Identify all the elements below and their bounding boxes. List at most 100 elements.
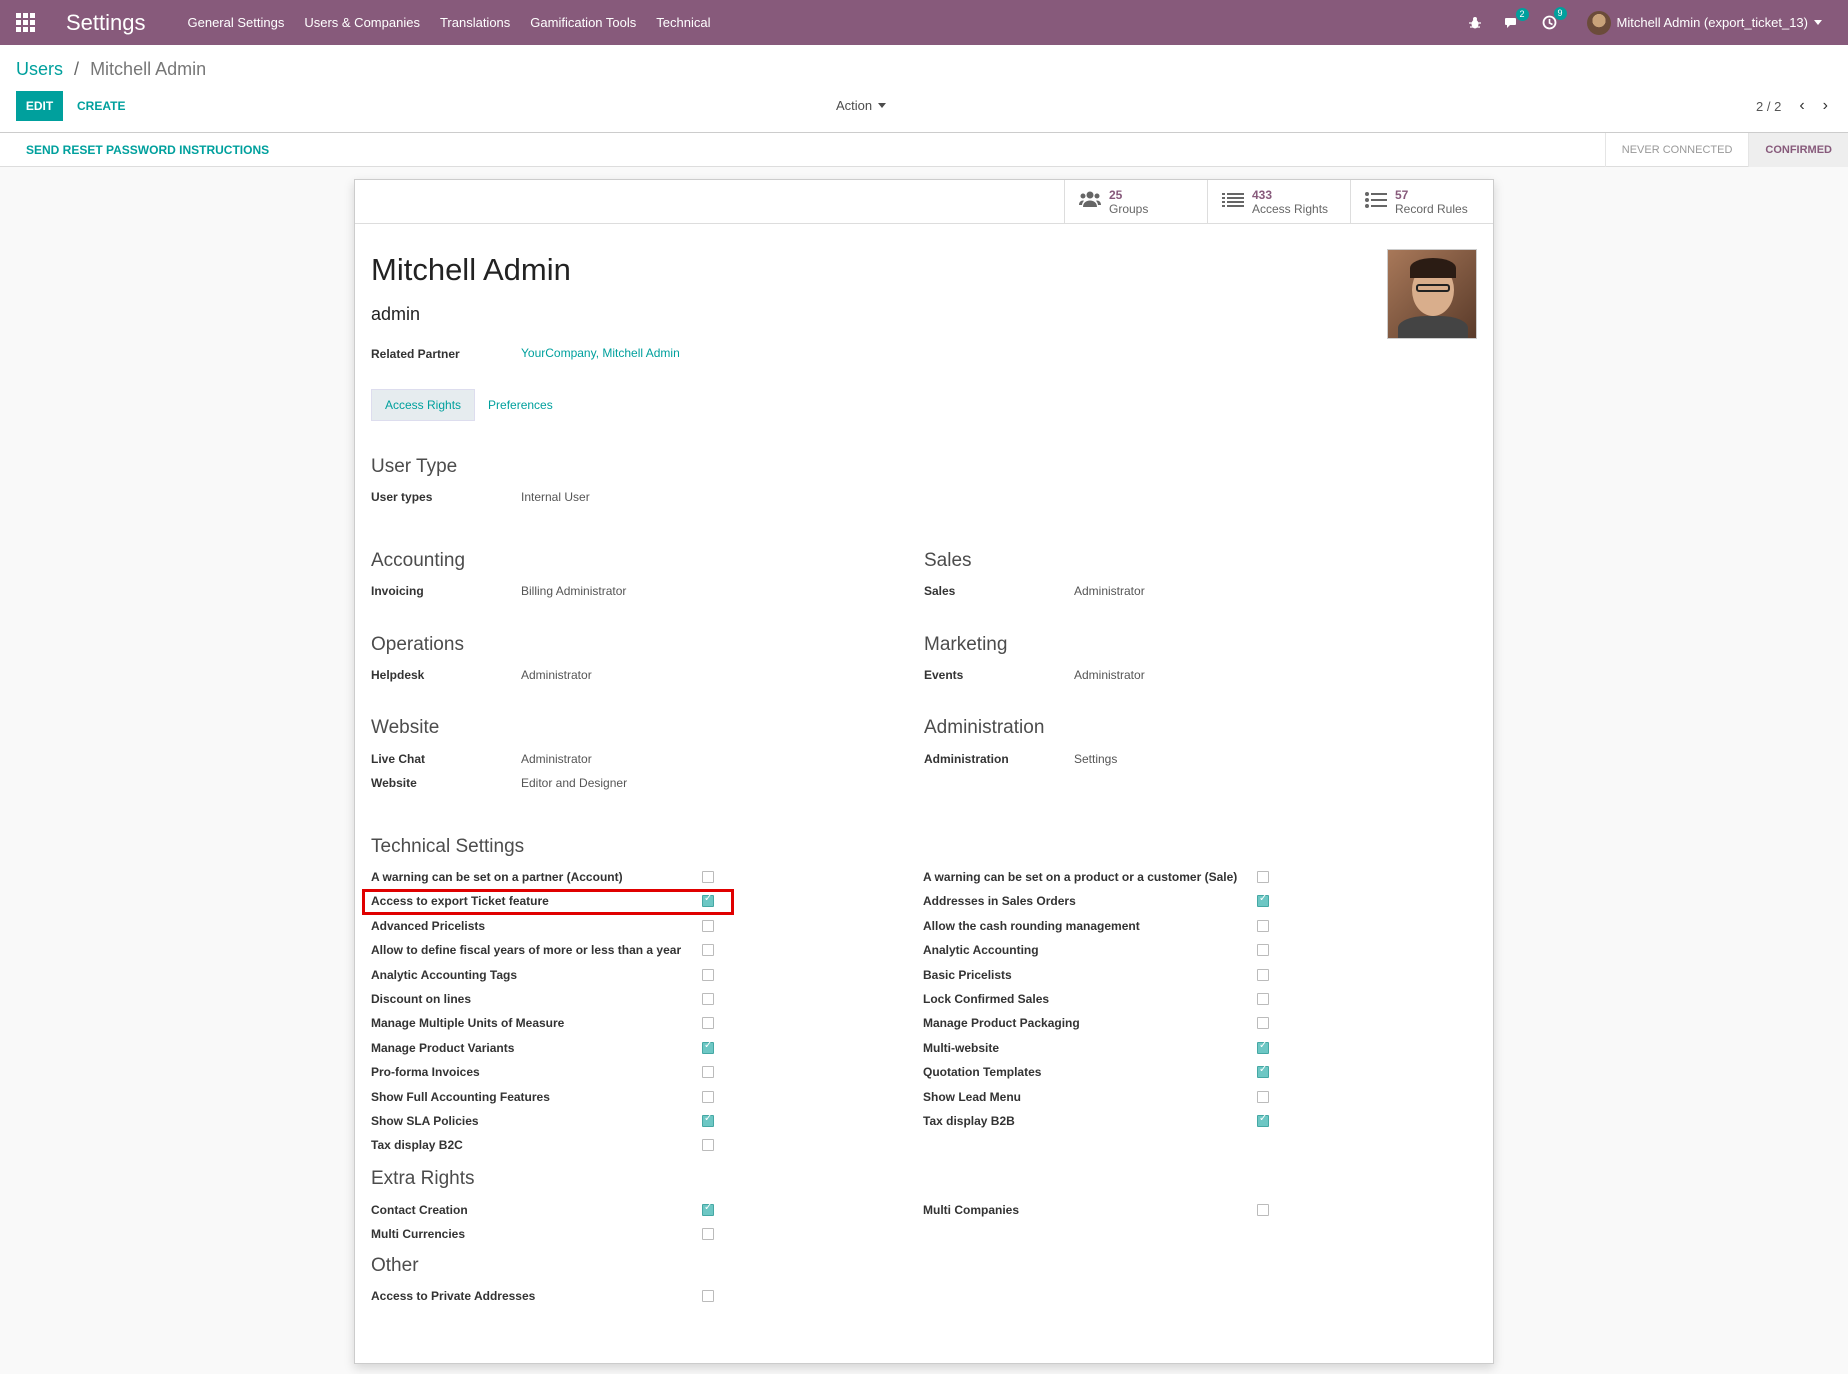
user-photo[interactable]	[1387, 249, 1477, 339]
checkbox-unchecked[interactable]	[702, 1290, 714, 1302]
checkbox-unchecked[interactable]	[702, 944, 714, 957]
checkbox-unchecked[interactable]	[1257, 1204, 1269, 1216]
section-other: Other	[371, 1255, 419, 1276]
sales-value[interactable]: Administrator	[1074, 584, 1145, 598]
website-value[interactable]: Editor and Designer	[521, 776, 627, 790]
activities-icon[interactable]: 9	[1542, 7, 1567, 30]
checkbox-unchecked[interactable]	[702, 1139, 714, 1152]
menu-users-companies[interactable]: Users & Companies	[304, 15, 420, 30]
record-rules-count: 57	[1395, 188, 1409, 202]
checkbox-checked[interactable]	[1257, 893, 1269, 908]
checkbox-label: Tax display B2B	[923, 1114, 1015, 1128]
stage-never-connected[interactable]: NEVER CONNECTED	[1604, 133, 1749, 167]
field-administration: Administration Settings	[924, 752, 1117, 766]
pager: 2 / 2 ‹ ›	[1756, 97, 1828, 115]
related-partner-label: Related Partner	[371, 347, 460, 361]
checkbox-unchecked[interactable]	[1257, 944, 1269, 957]
stage-confirmed[interactable]: CONFIRMED	[1748, 133, 1848, 167]
checkbox-row: Tax display B2B	[923, 1113, 1015, 1128]
field-user-types: User types Internal User	[371, 490, 590, 504]
control-panel: Users / Mitchell Admin EDIT CREATE Actio…	[0, 45, 1848, 133]
menu-translations[interactable]: Translations	[440, 15, 510, 30]
checkbox-label: Show Full Accounting Features	[371, 1089, 550, 1104]
checkbox-checked[interactable]	[1257, 1113, 1269, 1127]
checkbox-checked[interactable]	[702, 1113, 714, 1127]
checkbox-checked[interactable]	[1257, 1040, 1269, 1054]
checkbox-unchecked[interactable]	[702, 1066, 714, 1079]
user-login: admin	[371, 304, 421, 324]
highlight-box	[362, 889, 734, 915]
checkbox-label: Pro-forma Invoices	[371, 1065, 480, 1080]
checkbox-label: A warning can be set on a product or a c…	[923, 870, 1238, 884]
live-chat-value[interactable]: Administrator	[521, 752, 592, 766]
checkbox-label: Analytic Accounting	[923, 943, 1039, 958]
user-types-value[interactable]: Internal User	[521, 490, 590, 504]
tab-preferences[interactable]: Preferences	[475, 389, 566, 421]
section-website: Website	[371, 717, 440, 738]
helpdesk-label: Helpdesk	[371, 668, 425, 682]
checkbox-row: Manage Product Variants	[371, 1040, 514, 1055]
checkbox-unchecked[interactable]	[702, 1228, 714, 1241]
section-accounting: Accounting	[371, 550, 466, 571]
pager-value[interactable]: 2 / 2	[1756, 99, 1781, 114]
bug-icon[interactable]	[1468, 16, 1482, 30]
chevron-right-icon[interactable]: ›	[1823, 97, 1828, 115]
chevron-down-icon	[878, 103, 887, 108]
checkbox-label: Lock Confirmed Sales	[923, 992, 1050, 1006]
checkbox-unchecked[interactable]	[702, 993, 714, 1005]
apps-menu-icon[interactable]	[0, 0, 50, 45]
checkbox-label: Tax display B2C	[371, 1138, 463, 1153]
checkbox-unchecked[interactable]	[702, 871, 714, 883]
top-navbar: Settings General Settings Users & Compan…	[0, 0, 1848, 45]
chevron-left-icon[interactable]: ‹	[1799, 97, 1804, 115]
breadcrumb-users-link[interactable]: Users	[16, 59, 63, 79]
checkbox-unchecked[interactable]	[702, 968, 714, 981]
checkbox-row: Contact Creation	[371, 1202, 468, 1217]
action-dropdown[interactable]: Action	[836, 98, 887, 113]
checkbox-unchecked[interactable]	[702, 1017, 714, 1030]
edit-button[interactable]: EDIT	[16, 91, 63, 121]
groups-stat-button[interactable]: 25 Groups	[1064, 180, 1207, 224]
create-button[interactable]: CREATE	[77, 91, 125, 121]
checkbox-unchecked[interactable]	[1257, 1090, 1269, 1103]
menu-technical[interactable]: Technical	[656, 15, 710, 30]
checkbox-label: Show Lead Menu	[923, 1089, 1022, 1104]
checkbox-unchecked[interactable]	[1257, 1017, 1269, 1030]
stage-bar: NEVER CONNECTED CONFIRMED	[1604, 133, 1848, 167]
menu-gamification-tools[interactable]: Gamification Tools	[530, 15, 636, 30]
checkbox-checked[interactable]	[702, 1040, 714, 1054]
checkbox-checked[interactable]	[1257, 1064, 1269, 1079]
checkbox-label: Basic Pricelists	[923, 967, 1012, 982]
checkbox-checked[interactable]	[702, 1202, 714, 1216]
checkbox-row: Manage Product Packaging	[923, 1015, 1080, 1030]
checkbox-unchecked[interactable]	[702, 919, 714, 932]
user-types-label: User types	[371, 490, 433, 504]
checkbox-unchecked[interactable]	[1257, 871, 1269, 883]
breadcrumb-current: Mitchell Admin	[90, 59, 207, 79]
website-label: Website	[371, 776, 417, 790]
events-value[interactable]: Administrator	[1074, 668, 1145, 682]
avatar	[1586, 10, 1611, 35]
record-rules-stat-button[interactable]: 57 Record Rules	[1350, 180, 1493, 224]
menu-general-settings[interactable]: General Settings	[188, 15, 285, 30]
app-brand[interactable]: Settings	[66, 10, 146, 36]
user-name: Mitchell Admin (export_ticket_13)	[1616, 15, 1808, 30]
checkbox-unchecked[interactable]	[1257, 919, 1269, 932]
invoicing-value[interactable]: Billing Administrator	[521, 584, 626, 598]
checkbox-row: Access to Private Addresses	[371, 1288, 535, 1303]
checkbox-unchecked[interactable]	[1257, 968, 1269, 981]
send-reset-password-button[interactable]: SEND RESET PASSWORD INSTRUCTIONS	[26, 143, 269, 157]
form-sheet: 25 Groups 433 Access Rights 57 Record Ru…	[354, 179, 1494, 1364]
messages-icon[interactable]: 2	[1504, 7, 1529, 30]
checkbox-unchecked[interactable]	[702, 1090, 714, 1103]
administration-value[interactable]: Settings	[1074, 752, 1117, 766]
user-menu[interactable]: Mitchell Admin (export_ticket_13)	[1586, 10, 1822, 35]
checkbox-row: Discount on lines	[371, 991, 471, 1006]
checkbox-unchecked[interactable]	[1257, 993, 1269, 1005]
checkbox-row: Show SLA Policies	[371, 1113, 479, 1128]
access-rights-stat-button[interactable]: 433 Access Rights	[1207, 180, 1350, 224]
related-partner-link[interactable]: YourCompany, Mitchell Admin	[521, 346, 680, 360]
helpdesk-value[interactable]: Administrator	[521, 668, 592, 682]
checkbox-label: Contact Creation	[371, 1203, 468, 1217]
tab-access-rights[interactable]: Access Rights	[371, 389, 476, 421]
